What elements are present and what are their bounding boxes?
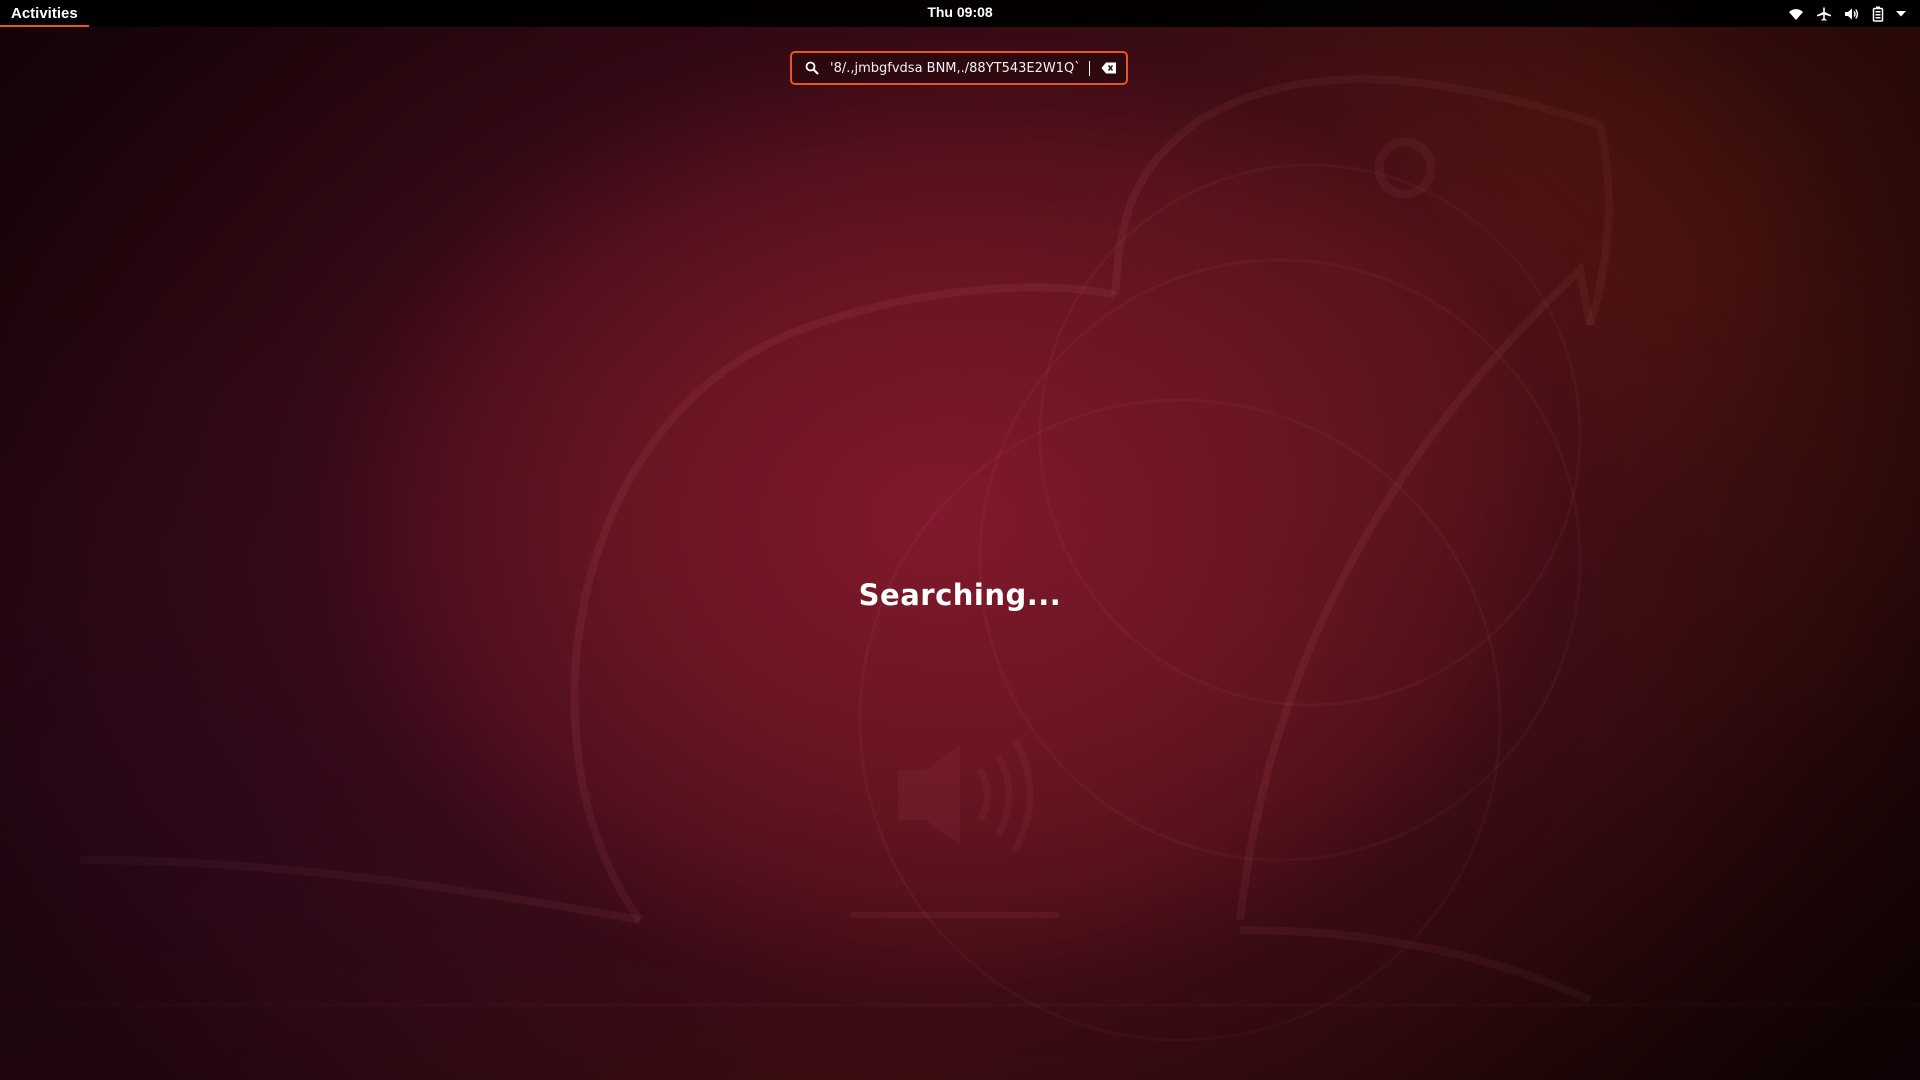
airplane-mode-icon[interactable] [1816,6,1832,22]
menu-arrow-icon[interactable] [1896,10,1906,17]
search-entry[interactable]: '8/.,jmbgfvdsa BNM,./88YT543E2W1Q` [790,51,1128,85]
activities-button[interactable]: Activities [0,0,89,27]
volume-icon[interactable] [1844,6,1860,22]
text-caret [1089,60,1090,76]
search-icon [804,60,820,76]
searching-status-text: Searching... [858,578,1062,612]
search-input-text[interactable]: '8/.,jmbgfvdsa BNM,./88YT543E2W1Q` [830,61,1087,76]
system-tray[interactable] [1788,0,1906,27]
desktop: Activities Thu 09:08 '8/.,jmbgfvdsa BNM,… [0,0,1920,1080]
clear-text-icon[interactable] [1100,61,1118,75]
battery-icon[interactable] [1872,6,1884,22]
clock-button[interactable]: Thu 09:08 [927,0,992,25]
top-panel: Activities Thu 09:08 [0,0,1920,27]
wifi-icon[interactable] [1788,7,1804,21]
wallpaper-bird-artwork [0,75,1920,1042]
